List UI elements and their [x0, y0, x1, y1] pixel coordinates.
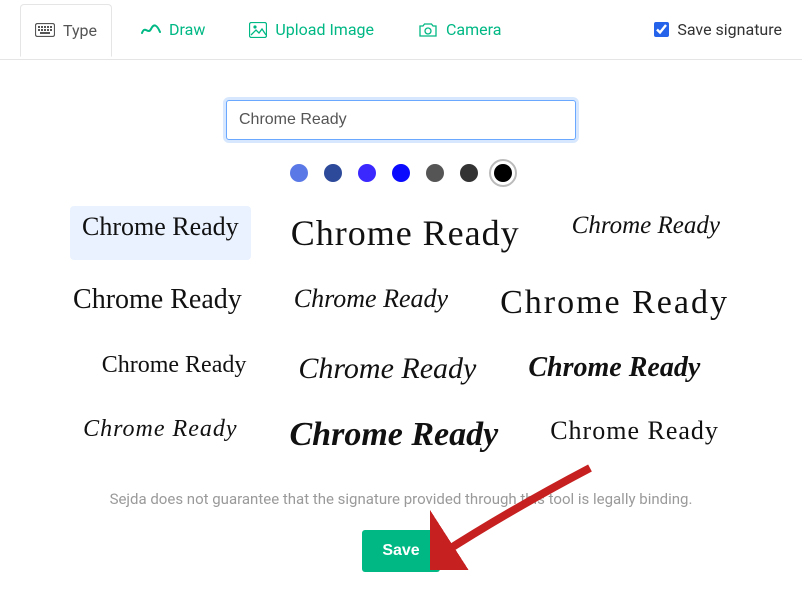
font-option-1[interactable]: Chrome Ready: [279, 206, 532, 260]
font-grid: Chrome Ready Chrome Ready Chrome Ready C…: [61, 206, 741, 460]
color-swatch-4[interactable]: [426, 164, 444, 182]
color-swatch-3[interactable]: [392, 164, 410, 182]
font-option-4[interactable]: Chrome Ready: [282, 278, 460, 328]
save-signature-checkbox[interactable]: Save signature: [654, 20, 782, 39]
font-option-0[interactable]: Chrome Ready: [70, 206, 251, 260]
font-option-2[interactable]: Chrome Ready: [560, 206, 732, 260]
tab-camera-label: Camera: [446, 20, 501, 39]
tab-upload[interactable]: Upload Image: [234, 3, 389, 56]
signature-text-input[interactable]: [226, 100, 576, 140]
color-picker: [290, 164, 512, 182]
top-bar: Type Draw Upload Image Camera Save signa…: [0, 0, 802, 60]
font-option-5[interactable]: Chrome Ready: [488, 278, 741, 328]
tab-camera[interactable]: Camera: [403, 3, 516, 56]
font-option-3[interactable]: Chrome Ready: [61, 278, 254, 328]
image-icon: [249, 22, 267, 38]
font-option-6[interactable]: Chrome Ready: [90, 346, 259, 392]
tabs: Type Draw Upload Image Camera: [20, 3, 516, 56]
color-swatch-2[interactable]: [358, 164, 376, 182]
draw-icon: [141, 23, 161, 37]
font-option-7[interactable]: Chrome Ready: [286, 346, 488, 392]
color-swatch-1[interactable]: [324, 164, 342, 182]
disclaimer-text: Sejda does not guarantee that the signat…: [110, 490, 693, 508]
tab-type-label: Type: [63, 21, 97, 40]
font-option-11[interactable]: Chrome Ready: [538, 410, 731, 460]
content-area: Chrome Ready Chrome Ready Chrome Ready C…: [0, 60, 802, 572]
keyboard-icon: [35, 23, 55, 37]
save-button[interactable]: Save: [362, 530, 439, 572]
tab-upload-label: Upload Image: [275, 20, 374, 39]
color-swatch-0[interactable]: [290, 164, 308, 182]
font-option-9[interactable]: Chrome Ready: [71, 410, 249, 460]
font-option-10[interactable]: Chrome Ready: [278, 410, 511, 460]
tab-draw-label: Draw: [169, 20, 205, 39]
font-option-8[interactable]: Chrome Ready: [516, 346, 712, 392]
color-swatch-6[interactable]: [494, 164, 512, 182]
tab-type[interactable]: Type: [20, 4, 112, 57]
save-signature-input[interactable]: [654, 22, 669, 37]
tab-draw[interactable]: Draw: [126, 3, 220, 56]
color-swatch-5[interactable]: [460, 164, 478, 182]
camera-icon: [418, 22, 438, 38]
save-signature-label: Save signature: [677, 20, 782, 39]
